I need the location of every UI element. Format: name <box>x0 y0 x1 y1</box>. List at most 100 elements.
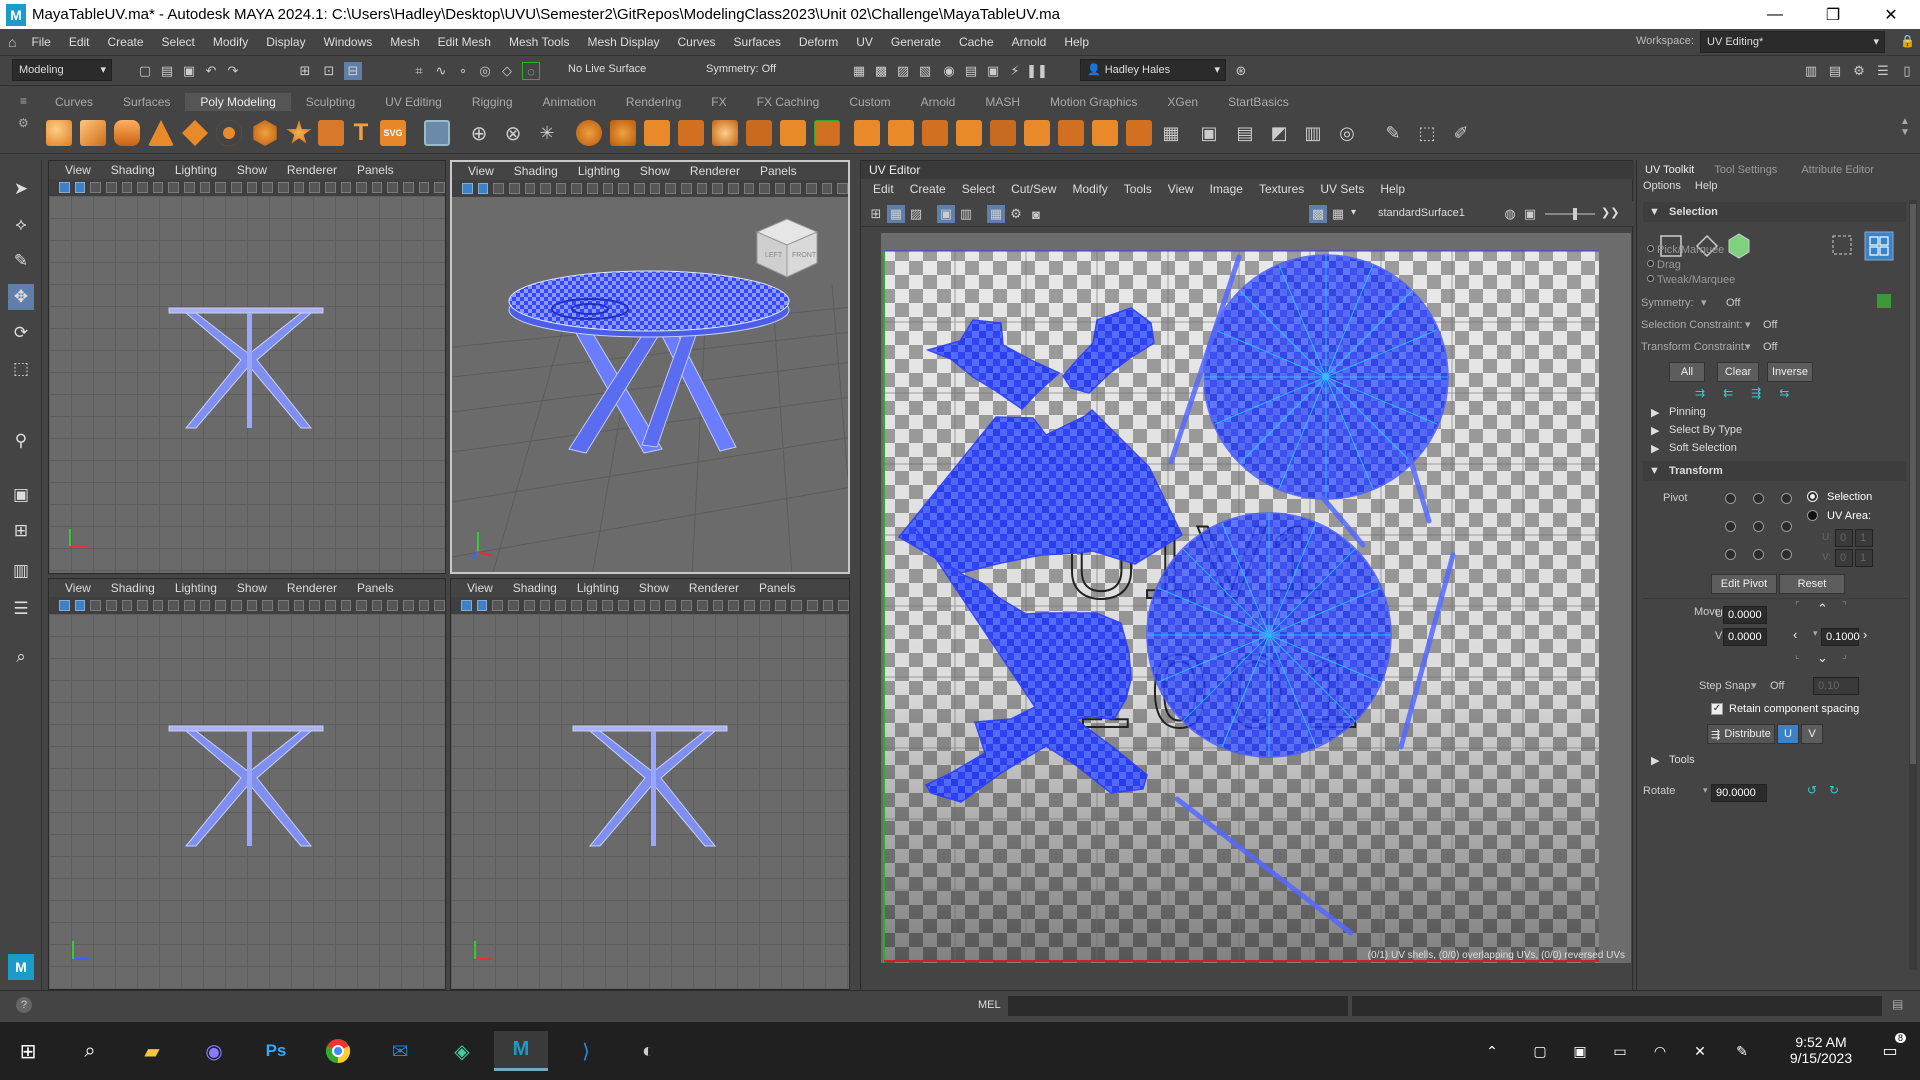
separate-icon[interactable]: ⊗ <box>500 120 526 146</box>
pivot-ml-radio[interactable] <box>1725 521 1736 532</box>
viewport-menu-view[interactable]: View <box>457 581 503 595</box>
search-icon[interactable]: ⌕ <box>70 1031 110 1071</box>
arnold-render-icon[interactable]: ▤ <box>962 62 980 80</box>
menu-mesh-display[interactable]: Mesh Display <box>578 35 668 49</box>
selection-constraint-dropdown-icon[interactable]: ▾ <box>1745 318 1751 331</box>
symmetry-axis-icon[interactable] <box>1877 294 1891 308</box>
shelf-tab-fx-caching[interactable]: FX Caching <box>742 95 835 109</box>
viewport-top[interactable]: View Shading Lighting Show Renderer Pane… <box>48 160 446 574</box>
viewport-menu-renderer[interactable]: Renderer <box>680 164 750 178</box>
menu-arnold[interactable]: Arnold <box>1003 35 1056 49</box>
toolkit-menu-options[interactable]: Options <box>1643 180 1681 192</box>
uv-checker-toggle-icon[interactable]: ▦ <box>1329 205 1347 223</box>
viewport-front[interactable]: View Shading Lighting Show Renderer Pane… <box>48 578 446 990</box>
panel-toolbar[interactable] <box>49 597 445 614</box>
viewport-menu-lighting[interactable]: Lighting <box>567 581 629 595</box>
move-v-field[interactable]: 0.0000 <box>1723 628 1767 646</box>
uv-menu-uv-sets[interactable]: UV Sets <box>1312 182 1372 196</box>
viewport-menu-panels[interactable]: Panels <box>749 581 806 595</box>
shelf-settings-icon[interactable]: ⚙ <box>18 116 29 130</box>
shelf-tab-startbasics[interactable]: StartBasics <box>1213 95 1304 109</box>
menu-display[interactable]: Display <box>257 35 314 49</box>
rotate-cw-icon[interactable]: ↻ <box>1829 783 1839 797</box>
script-editor-icon[interactable]: ▤ <box>1892 997 1903 1011</box>
mirror-icon[interactable] <box>610 120 636 146</box>
workspace-dropdown[interactable]: UV Editing* ▾ <box>1700 31 1885 53</box>
home-icon[interactable]: ⌂ <box>8 34 16 50</box>
rotate-ccw-icon[interactable]: ↺ <box>1807 783 1817 797</box>
pivot-bl-radio[interactable] <box>1725 549 1736 560</box>
new-scene-icon[interactable]: ▢ <box>136 62 154 80</box>
tool-settings-icon[interactable]: ⚙ <box>1850 62 1868 80</box>
shelf-tab-sculpting[interactable]: Sculpting <box>291 95 370 109</box>
restore-button[interactable]: ❐ <box>1804 0 1862 29</box>
viewport-menu-panels[interactable]: Panels <box>750 164 807 178</box>
tweak-marquee-radio[interactable] <box>1647 275 1654 282</box>
file-explorer-icon[interactable]: ▰ <box>132 1031 172 1071</box>
pivot-bc-radio[interactable] <box>1753 549 1764 560</box>
viewport-menu-lighting[interactable]: Lighting <box>568 164 630 178</box>
menu-windows[interactable]: Windows <box>315 35 382 49</box>
soft-mod-icon[interactable]: ⚲ <box>8 428 34 454</box>
shelf-tab-custom[interactable]: Custom <box>834 95 905 109</box>
transform-section-header[interactable]: ▼ Transform <box>1643 461 1906 481</box>
pivot-u-field-2[interactable]: 1 <box>1855 529 1873 547</box>
pivot-uv-area-radio[interactable] <box>1807 510 1818 521</box>
viewport-menu-lighting[interactable]: Lighting <box>165 163 227 177</box>
shelf-tab-rendering[interactable]: Rendering <box>611 95 696 109</box>
shelf-tab-poly-modeling[interactable]: Poly Modeling <box>185 93 291 111</box>
menu-mesh[interactable]: Mesh <box>381 35 428 49</box>
viewport-menu-renderer[interactable]: Renderer <box>679 581 749 595</box>
poly-cone-icon[interactable] <box>148 120 174 146</box>
uv-shell-tabletop-lower[interactable] <box>1146 512 1392 758</box>
pivot-mr-radio[interactable] <box>1781 521 1792 532</box>
menu-create[interactable]: Create <box>99 35 153 49</box>
menu-surfaces[interactable]: Surfaces <box>725 35 790 49</box>
rotate-dropdown-icon[interactable]: ▾ <box>1703 785 1708 796</box>
uv-pixel-snap-icon[interactable]: ⚙ <box>1007 205 1025 223</box>
poly-cylinder-icon[interactable] <box>114 120 140 146</box>
pivot-tc-radio[interactable] <box>1753 493 1764 504</box>
append-polygon-icon[interactable] <box>888 120 914 146</box>
menu-curves[interactable]: Curves <box>669 35 725 49</box>
light-editor-icon[interactable]: ⚡ <box>1006 62 1024 80</box>
poly-svg-icon[interactable]: SVG <box>380 120 406 146</box>
symmetry-dropdown-icon[interactable]: ▾ <box>1701 296 1707 309</box>
open-scene-icon[interactable]: ▤ <box>158 62 176 80</box>
viewport-side[interactable]: View Shading Lighting Show Renderer Pane… <box>450 578 850 990</box>
tray-overflow-icon[interactable]: ⌃ <box>1480 1031 1504 1071</box>
wedge-icon[interactable] <box>922 120 948 146</box>
viewport-menu-show[interactable]: Show <box>629 581 679 595</box>
mel-label[interactable]: MEL <box>978 999 1001 1011</box>
smooth-icon[interactable]: ✳ <box>534 120 560 146</box>
obs-icon[interactable]: ◐ <box>628 1031 668 1071</box>
maya-taskbar-icon[interactable]: M <box>494 1031 548 1071</box>
bridge-icon[interactable] <box>678 120 704 146</box>
snap-surface-icon[interactable]: ◇ <box>498 62 516 80</box>
uv-shaded-icon[interactable]: ▣ <box>937 205 955 223</box>
move-up-left-icon[interactable]: ⌜ <box>1795 601 1800 612</box>
viewport-menu-shading[interactable]: Shading <box>503 581 567 595</box>
uv-unfold-icon[interactable]: ▣ <box>1196 120 1222 146</box>
viewport-menu-view[interactable]: View <box>55 581 101 595</box>
uv-toolbar-more-icon[interactable]: ❯❯ <box>1601 206 1619 219</box>
pivot-tl-radio[interactable] <box>1725 493 1736 504</box>
vscode-icon[interactable]: ⟩ <box>566 1031 606 1071</box>
transform-constraint-value[interactable]: Off <box>1763 341 1777 353</box>
grow-selection-icon[interactable]: ⇉ <box>1695 386 1705 400</box>
search-icon[interactable]: ⌕ <box>8 644 34 670</box>
select-all-button[interactable]: All <box>1669 362 1705 382</box>
shelf-menu-icon[interactable]: ≡ <box>20 94 27 108</box>
viewport-menu-lighting[interactable]: Lighting <box>165 581 227 595</box>
channel-box-icon[interactable]: ☰ <box>1874 62 1892 80</box>
live-surface-field[interactable]: No Live Surface <box>562 59 672 81</box>
pen-icon[interactable]: ✎ <box>1730 1031 1754 1071</box>
uv-grid-icon[interactable]: ⊞ <box>867 205 885 223</box>
clock[interactable]: 9:52 AM 9/15/2023 <box>1776 1034 1866 1066</box>
retopologize-icon[interactable] <box>1126 120 1152 146</box>
tab-uv-toolkit[interactable]: UV Toolkit <box>1637 164 1702 176</box>
scale-tool-icon[interactable]: ⬚ <box>8 356 34 382</box>
uv-menu-tools[interactable]: Tools <box>1116 182 1160 196</box>
poly-torus-icon[interactable] <box>216 120 242 146</box>
shelf-tab-xgen[interactable]: XGen <box>1152 95 1213 109</box>
